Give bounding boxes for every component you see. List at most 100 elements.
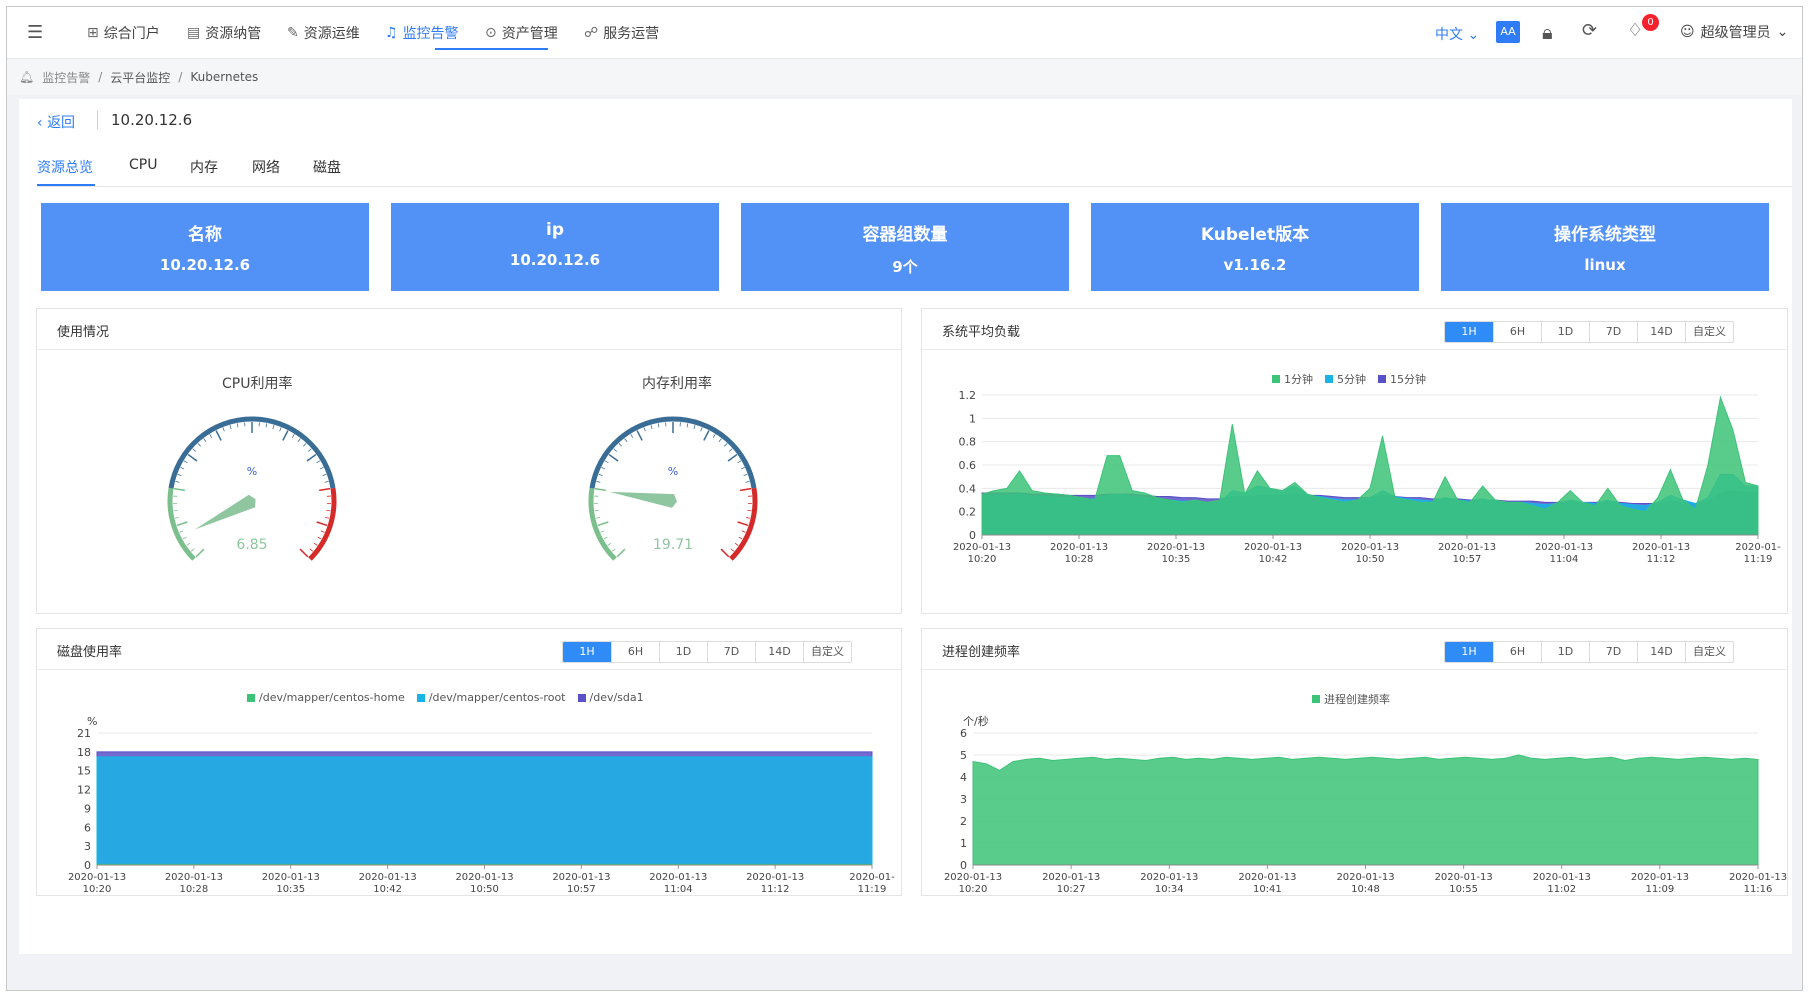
nav-item[interactable]: ⊞ 综合门户 <box>87 23 160 43</box>
range-button[interactable]: 7D <box>707 642 755 662</box>
range-button[interactable]: 1H <box>563 642 611 662</box>
server-icon: ▤ <box>187 25 201 41</box>
range-button[interactable]: 14D <box>1637 642 1685 662</box>
gauge-tick <box>197 443 201 447</box>
range-button[interactable]: 14D <box>755 642 803 662</box>
panel-title: 磁盘使用率 <box>57 645 123 660</box>
refresh-icon[interactable]: ⟳ <box>1582 20 1597 41</box>
x-tick-label: 2020-01-13 <box>1438 542 1496 553</box>
range-button[interactable]: 7D <box>1589 322 1637 342</box>
app-window: ☰ ⊞ 综合门户 ▤ 资源纳管 ✎ 资源运维 ♫ 监控告警 ⊙ 资产管理 ☍ 服务运营 中文 ⌄ AA… <box>6 6 1803 991</box>
legend-item[interactable]: 15分钟 <box>1378 371 1426 387</box>
legend-item[interactable]: /dev/sda1 <box>577 691 644 704</box>
range-button[interactable]: 1D <box>1541 642 1589 662</box>
tab-overview[interactable]: 资源总览 <box>37 157 93 177</box>
gauge-tick <box>173 510 178 512</box>
y-axis-label: 个/秒 <box>963 714 989 728</box>
info-card-pod-count: 容器组数量 9个 <box>741 203 1069 291</box>
x-tick-label: 2020-01-13 <box>953 542 1011 553</box>
range-button[interactable]: 6H <box>1493 642 1541 662</box>
range-button[interactable]: 1H <box>1445 322 1493 342</box>
gauge-tick <box>282 430 289 441</box>
nav-item-label: 资产管理 <box>501 26 558 42</box>
x-tick-label: 11:04 <box>664 884 693 894</box>
tab-cpu[interactable]: CPU <box>129 157 157 173</box>
gauge-tick <box>322 473 327 476</box>
range-button[interactable]: 自定义 <box>803 642 851 662</box>
gauge-tick <box>229 425 232 430</box>
panel-title: 系统平均负载 <box>942 325 1021 340</box>
legend-item[interactable]: /dev/mapper/centos-home <box>247 691 405 704</box>
legend-label: 5分钟 <box>1337 373 1366 386</box>
nav-item[interactable]: ▤ 资源纳管 <box>187 23 261 43</box>
range-button[interactable]: 自定义 <box>1685 322 1733 342</box>
gauge-title: CPU利用率 <box>222 376 293 392</box>
gauge-needle <box>609 491 677 508</box>
nav-item[interactable]: ☍ 服务运营 <box>584 23 659 43</box>
range-button[interactable]: 1H <box>1445 642 1493 662</box>
legend-item[interactable]: /dev/mapper/centos-root <box>416 691 566 704</box>
tab-network[interactable]: 网络 <box>252 157 280 177</box>
x-tick-label: 10:27 <box>1057 884 1086 894</box>
tab-memory[interactable]: 内存 <box>190 157 218 177</box>
lock-icon[interactable]: 🔒︎ <box>1542 20 1553 44</box>
x-tick-label: 2020-01-13 <box>944 872 1002 883</box>
gauge-tick <box>309 548 314 552</box>
x-tick-label: 10:48 <box>1351 884 1380 894</box>
y-tick-label: 5 <box>960 749 967 762</box>
breadcrumb-item[interactable]: 云平台监控 <box>110 69 170 86</box>
range-button[interactable]: 自定义 <box>1685 642 1733 662</box>
gauge-tick <box>740 487 752 492</box>
tab-disk[interactable]: 磁盘 <box>313 157 341 177</box>
gauge-tick <box>747 510 752 512</box>
nav-item[interactable]: ✎ 资源运维 <box>287 23 360 43</box>
range-button[interactable]: 1D <box>659 642 707 662</box>
gauge-tick <box>643 427 646 432</box>
gauge-tick <box>236 423 239 428</box>
cpu-gauge: % 6.85 <box>167 416 337 561</box>
range-button[interactable]: 14D <box>1637 322 1685 342</box>
menu-icon[interactable]: ☰ <box>27 22 43 43</box>
range-button[interactable]: 6H <box>611 642 659 662</box>
gauge-tick <box>730 548 735 552</box>
nav-item[interactable]: ♫ 监控告警 <box>385 23 459 43</box>
gauge-needle <box>194 494 256 530</box>
gauge-tick <box>325 516 330 519</box>
range-button[interactable]: 7D <box>1589 642 1637 662</box>
gauge-tick <box>596 480 601 483</box>
legend-swatch <box>247 693 255 702</box>
y-tick-label: 0.2 <box>959 506 977 519</box>
gauge-tick <box>743 473 748 476</box>
user-menu[interactable]: ☺ 超级管理员 ⌄ <box>1680 22 1788 42</box>
gauge-tick <box>291 434 295 438</box>
gauge-tick <box>297 438 301 442</box>
y-tick-label: 4 <box>960 771 967 784</box>
gauge-tick <box>265 423 268 428</box>
legend-item[interactable]: 5分钟 <box>1325 371 1366 387</box>
range-button[interactable]: 6H <box>1493 322 1541 342</box>
notification-icon[interactable]: ♢ <box>1627 20 1643 41</box>
gauge-tick <box>179 530 184 533</box>
language-select[interactable]: 中文 ⌄ <box>1435 24 1479 44</box>
disk-chart: 036912151821%2020-01-1310:202020-01-1310… <box>68 715 895 894</box>
range-button[interactable]: 1D <box>1541 322 1589 342</box>
font-size-toggle[interactable]: AA <box>1496 21 1520 43</box>
gauge-unit: % <box>247 465 257 478</box>
gauge-tick <box>190 548 195 552</box>
gauge-unit: % <box>668 465 678 478</box>
breadcrumb-item[interactable]: 监控告警 <box>42 69 90 86</box>
nav-item-label: 资源运维 <box>303 26 360 42</box>
y-axis-label: % <box>87 715 97 728</box>
gauge-tick <box>320 530 325 533</box>
gauge-tick <box>737 460 742 464</box>
nav-item[interactable]: ⊙ 资产管理 <box>485 23 558 43</box>
process-chart: 0123456个/秒2020-01-1310:202020-01-1310:27… <box>944 714 1787 894</box>
x-tick-label: 10:35 <box>1162 554 1191 565</box>
gauge-tick <box>724 443 728 447</box>
legend-item[interactable]: 1分钟 <box>1272 371 1313 387</box>
back-button[interactable]: ‹ 返回 <box>37 112 75 132</box>
x-tick-label: 10:55 <box>1449 884 1478 894</box>
x-tick-label: 2020-01-13 <box>1238 872 1296 883</box>
series-area <box>972 754 1759 866</box>
gauge-tick <box>740 467 745 470</box>
